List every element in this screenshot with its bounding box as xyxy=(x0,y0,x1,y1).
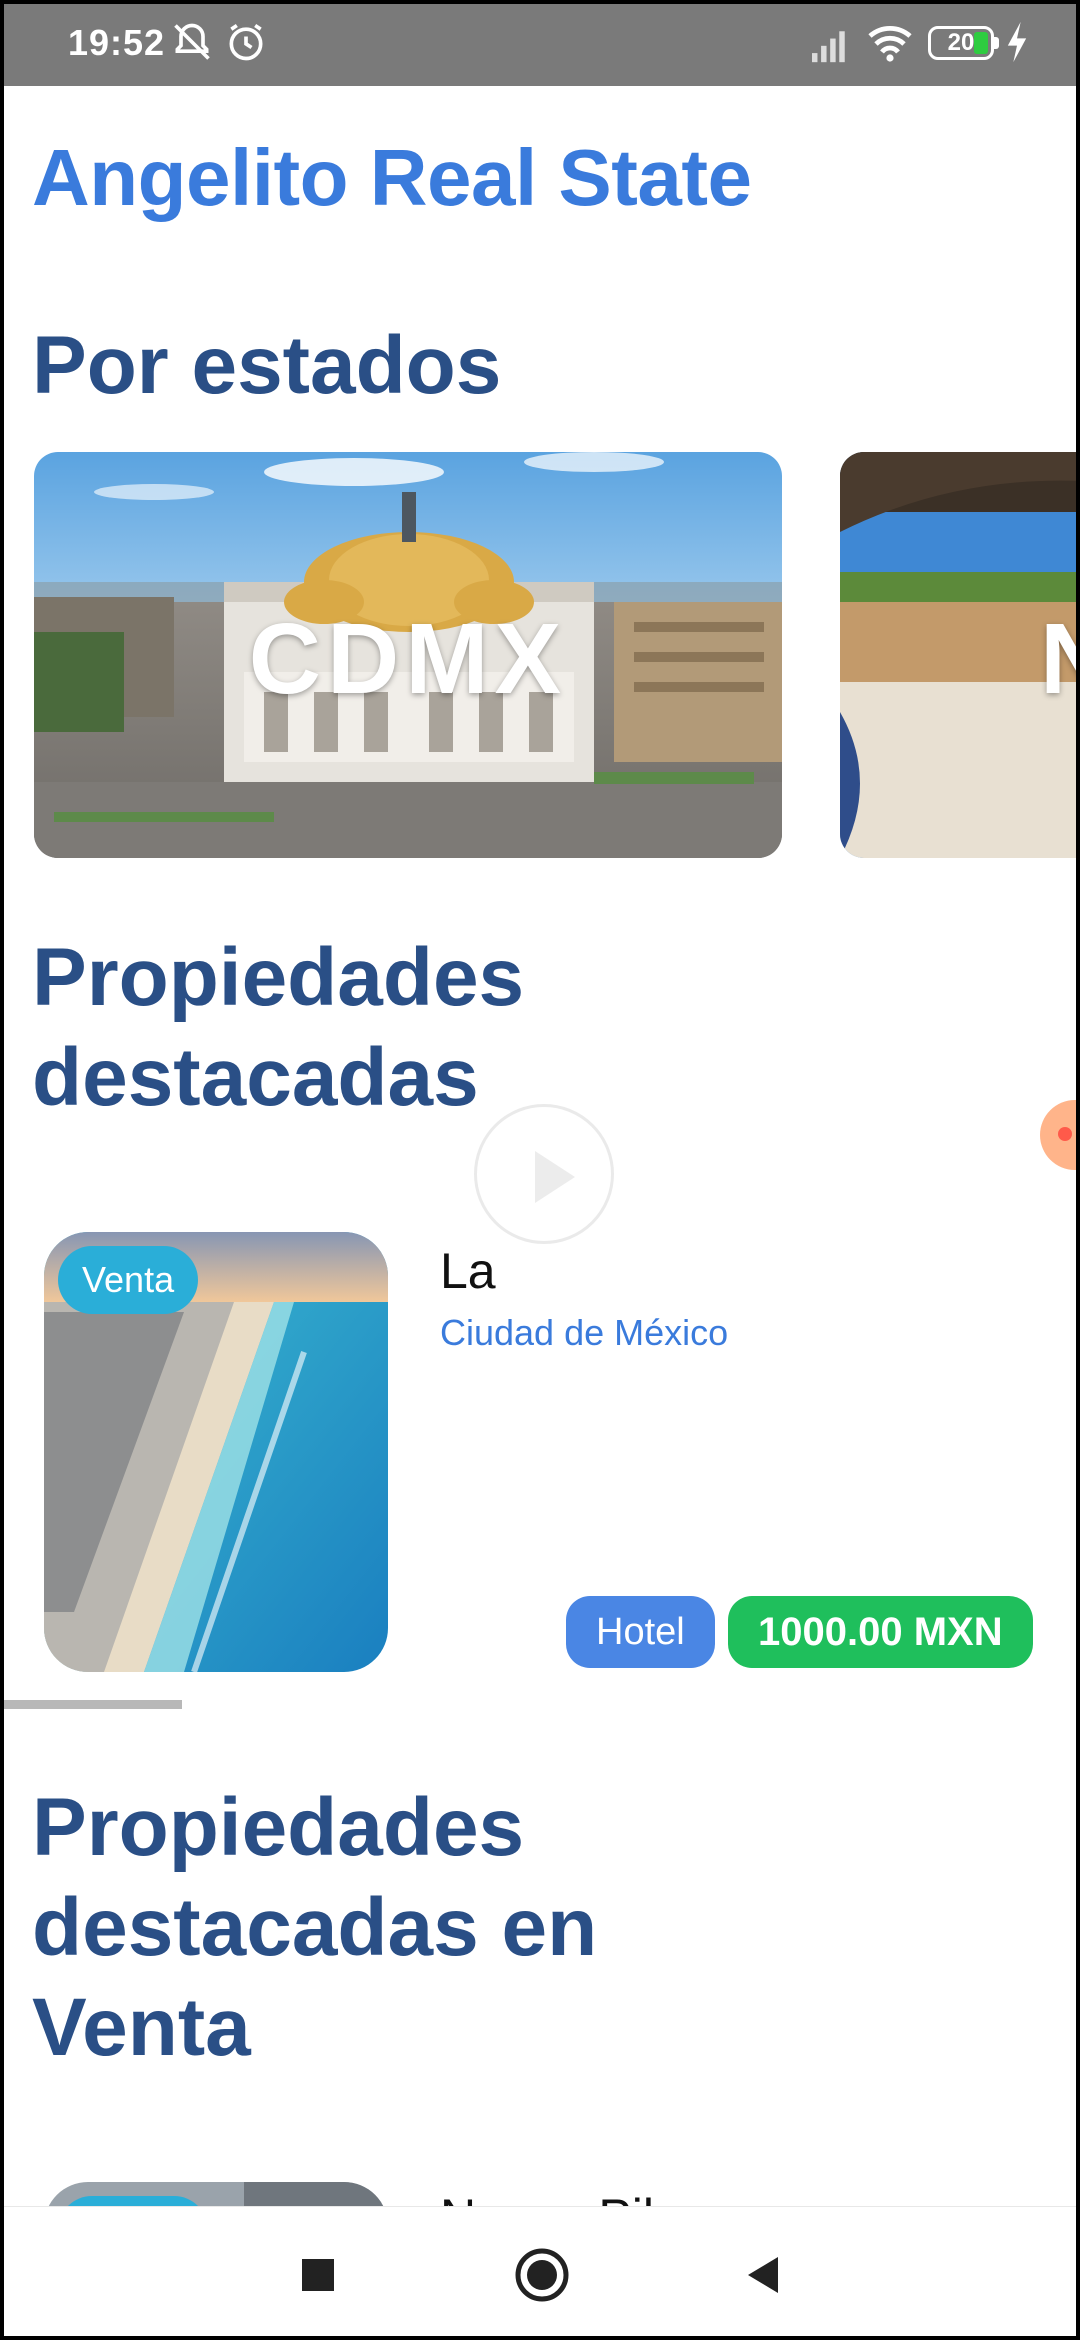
wifi-icon xyxy=(868,25,912,62)
battery-level: 20 xyxy=(947,29,975,56)
alarm-icon xyxy=(229,23,263,61)
section-title-featured-sale: Propiedades destacadas en Venta xyxy=(32,1782,598,2073)
signal-icon xyxy=(812,31,845,63)
status-bar: 19:52 20 xyxy=(4,4,1076,86)
app-title: Angelito Real State xyxy=(32,133,752,222)
play-triangle xyxy=(535,1151,575,1203)
horizontal-scroll-indicator xyxy=(4,1700,182,1709)
app-screen: 19:52 20 Angelito Real State Por estados… xyxy=(4,4,1076,2336)
home-icon[interactable] xyxy=(512,2245,572,2305)
property-city: Ciudad de México xyxy=(440,1312,729,1353)
property-type-chip: Hotel xyxy=(566,1596,715,1668)
state-label-cdmx: CDMX xyxy=(248,603,568,715)
state-card-cdmx[interactable]: CDMX xyxy=(34,452,782,858)
property-price-chip: 1000.00 MXN xyxy=(728,1596,1033,1668)
navigation-bar xyxy=(4,2206,1076,2336)
battery-icon: 20 xyxy=(928,26,999,60)
play-icon[interactable] xyxy=(474,1104,614,1244)
recent-apps-icon[interactable] xyxy=(288,2245,348,2305)
sale-badge: Venta xyxy=(58,1246,199,1314)
property-name[interactable]: La xyxy=(440,1242,496,1300)
bolt-icon xyxy=(1007,21,1027,63)
floating-assistant-button[interactable] xyxy=(1040,1100,1076,1170)
section-title-states: Por estados xyxy=(32,320,502,411)
back-icon[interactable] xyxy=(734,2245,794,2305)
bell-off-icon xyxy=(174,23,210,60)
state-label-next: N xyxy=(1040,602,1076,717)
status-time: 19:52 xyxy=(68,22,166,63)
state-card-next[interactable]: N xyxy=(840,452,1076,858)
section-title-featured: Propiedades destacadas xyxy=(32,932,525,1123)
